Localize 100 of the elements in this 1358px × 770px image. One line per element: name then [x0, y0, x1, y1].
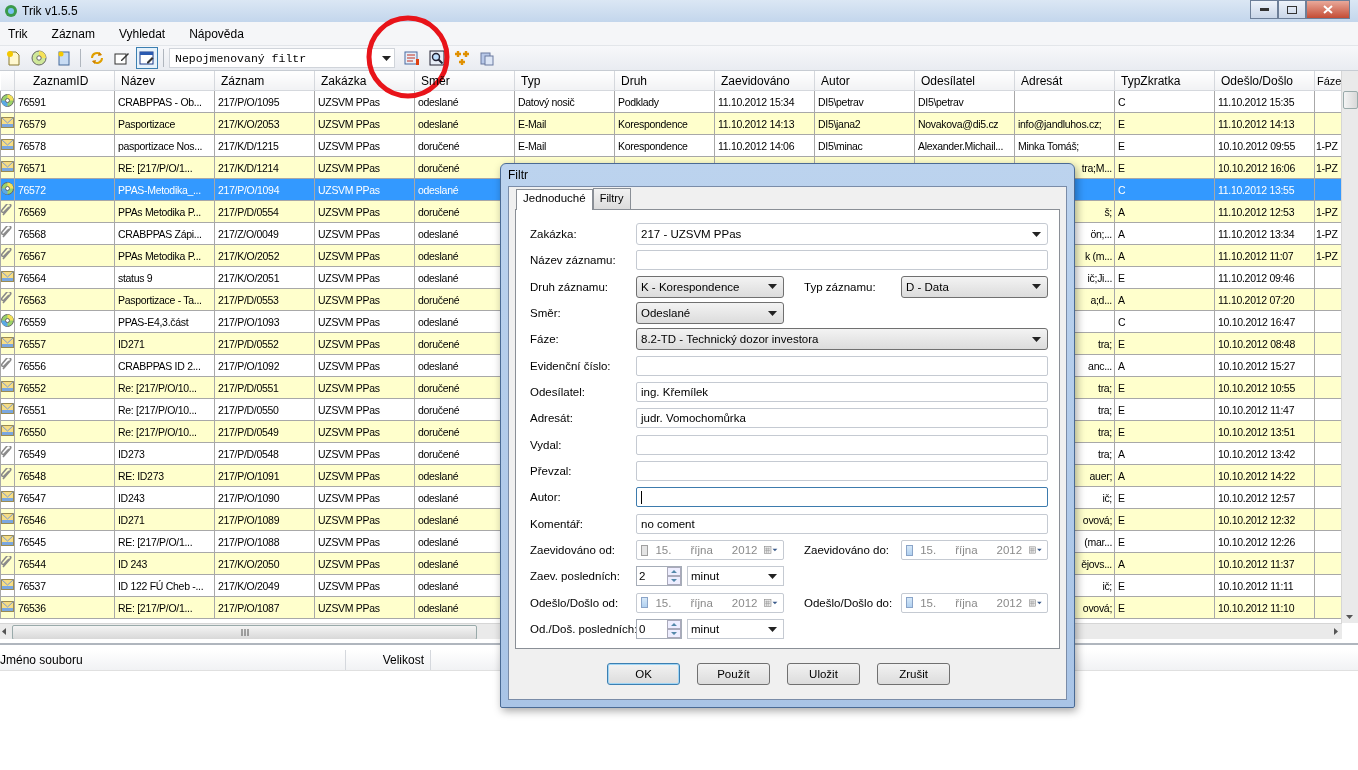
table-cell: Korespondence	[614, 134, 715, 157]
table-cell: C	[1114, 90, 1215, 113]
table-row[interactable]: 76579 Pasportizace 217/K/O/2053 UZSVM PPas odeslané E-Mail Korespondence 11.10.2012 14:13 DI5\jana2 Novakova@di5.cz info@jandluhos.cz; E 11.10.2012 14:13	[0, 112, 1343, 135]
date-year: 2012	[731, 596, 758, 609]
checkbox[interactable]	[906, 597, 914, 609]
menu-item[interactable]: Vyhledat	[112, 24, 174, 43]
date-day: 15.	[920, 596, 937, 609]
document-icon	[56, 50, 72, 66]
column-header[interactable]: Velikost	[382, 653, 424, 667]
dropdown[interactable]: D - Data	[901, 275, 1048, 298]
dropdown[interactable]: K - Korespondence	[636, 275, 784, 298]
envelope-icon	[1, 491, 14, 502]
table-cell: E	[1114, 574, 1215, 597]
date-picker[interactable]: 15. října 2012	[636, 592, 784, 613]
scrollbar-thumb[interactable]	[1343, 91, 1358, 109]
menu-item[interactable]: Trik	[2, 24, 36, 43]
caret-icon	[768, 626, 777, 632]
edit-icon	[114, 50, 130, 66]
dropdown[interactable]: 217 - UZSVM PPas	[636, 223, 1048, 245]
column-header[interactable]: Název	[114, 71, 215, 91]
column-header[interactable]: Fáze	[1314, 71, 1343, 91]
column-header[interactable]: Odesílatel	[914, 71, 1015, 91]
scroll-left-icon[interactable]	[2, 628, 6, 635]
table-cell: pasportizace Nos...	[114, 134, 215, 157]
column-header[interactable]: ZaznamID	[14, 71, 115, 91]
dropdown[interactable]: Odeslané	[636, 302, 784, 325]
column-header[interactable]: Autor	[814, 71, 915, 91]
table-cell: 11.10.2012 13:34	[1214, 222, 1315, 245]
field-label: Odešlo/Došlo od:	[530, 596, 620, 609]
scrollbar-thumb[interactable]	[12, 625, 477, 639]
column-header[interactable]: Záznam	[214, 71, 315, 91]
column-header[interactable]: Jméno souboru	[0, 653, 83, 667]
table-cell: E	[1114, 134, 1215, 157]
table-row[interactable]: 76578 pasportizace Nos... 217/K/D/1215 UZSVM PPas doručené E-Mail Korespondence 11.10.2012 14:06 DI5\minac Alexander.Michail... Minka Tomáš; E 10.10.2012 09:55 1-PZ	[0, 134, 1343, 157]
filter-dropdown[interactable]: Nepojmenovaný filtr	[169, 48, 395, 68]
input-field[interactable]	[636, 434, 1048, 455]
date-picker[interactable]: 15. října 2012	[901, 592, 1048, 613]
tab[interactable]: Jednoduché	[516, 189, 593, 210]
table-cell: RE: [217/P/O/1...	[114, 530, 215, 553]
table-cell: 11.10.2012 15:34	[714, 90, 815, 113]
toolbar-button[interactable]	[136, 47, 158, 69]
dialog-button[interactable]: Uložit	[787, 663, 860, 685]
column-header[interactable]: Adresát	[1014, 71, 1115, 91]
scroll-down-icon[interactable]	[1346, 615, 1353, 619]
column-header[interactable]: Druh	[614, 71, 715, 91]
spinner-arrows-icon[interactable]	[667, 567, 681, 586]
date-month: října	[955, 596, 978, 609]
table-cell: 217/P/O/1095	[214, 90, 315, 113]
calendar-icon	[764, 596, 779, 609]
spin-box[interactable]: 0	[636, 619, 682, 640]
table-cell: E	[1114, 398, 1215, 421]
caret-icon	[1032, 284, 1041, 290]
caret-icon	[1032, 336, 1041, 342]
input-field[interactable]: no coment	[636, 513, 1048, 534]
scroll-right-icon[interactable]	[1334, 628, 1338, 635]
spinner-arrows-icon[interactable]	[667, 620, 681, 639]
menu-item[interactable]: Záznam	[45, 24, 103, 43]
close-button[interactable]	[1306, 0, 1350, 19]
table-row[interactable]: 76591 CRABPPAS - Ob... 217/P/O/1095 UZSVM PPas odeslané Datový nosič Podklady 11.10.2012 15:34 DI5\petrav DI5\petrav C 11.10.2012 15:35	[0, 90, 1343, 113]
dropdown[interactable]: minut	[687, 566, 784, 587]
table-cell: 11.10.2012 14:06	[714, 134, 815, 157]
table-cell: 11.10.2012 15:35	[1214, 90, 1315, 113]
dialog-button[interactable]: OK	[607, 663, 680, 685]
table-cell: 10.10.2012 12:57	[1214, 486, 1315, 509]
dialog-button[interactable]: Použít	[697, 663, 770, 685]
column-header[interactable]: Zaevidováno	[714, 71, 815, 91]
column-header[interactable]: Zakázka	[314, 71, 415, 91]
table-cell: DI5\minac	[814, 134, 915, 157]
column-header[interactable]: TypZkratka	[1114, 71, 1215, 91]
date-picker[interactable]: 15. října 2012	[901, 540, 1048, 561]
envelope-icon	[1, 117, 14, 128]
calendar-icon	[1029, 596, 1043, 609]
column-header[interactable]: Typ	[514, 71, 615, 91]
tab[interactable]: Filtry	[592, 188, 631, 209]
table-cell: 76578	[14, 134, 115, 157]
checkbox[interactable]	[641, 597, 649, 609]
input-field[interactable]	[636, 461, 1048, 482]
input-field[interactable]	[636, 355, 1048, 376]
dropdown[interactable]: minut	[687, 619, 784, 640]
table-cell: UZSVM PPas	[314, 442, 415, 465]
search-icon	[429, 50, 445, 66]
table-cell: UZSVM PPas	[314, 310, 415, 333]
input-field[interactable]	[636, 250, 1048, 271]
spin-box[interactable]: 2	[636, 566, 682, 587]
paperclip-icon	[1, 248, 13, 261]
table-cell: UZSVM PPas	[314, 266, 415, 289]
table-cell: 76564	[14, 266, 115, 289]
minimize-button[interactable]	[1250, 0, 1278, 19]
input-field[interactable]	[636, 487, 1048, 508]
menu-item[interactable]: Nápověda	[183, 24, 252, 43]
vertical-scrollbar[interactable]	[1341, 71, 1358, 623]
column-header[interactable]: Odešlo/Došlo	[1214, 71, 1315, 91]
maximize-button[interactable]	[1278, 0, 1306, 19]
paperclip-icon	[1, 292, 13, 305]
table-cell: odeslané	[414, 90, 515, 113]
input-field[interactable]: ing. Křemílek	[636, 382, 1048, 403]
input-field[interactable]: judr. Vomochomůrka	[636, 408, 1048, 429]
dialog-button[interactable]: Zrušit	[877, 663, 950, 685]
dropdown[interactable]: 8.2-TD - Technický dozor investora	[636, 328, 1048, 351]
checkbox[interactable]	[906, 544, 914, 556]
